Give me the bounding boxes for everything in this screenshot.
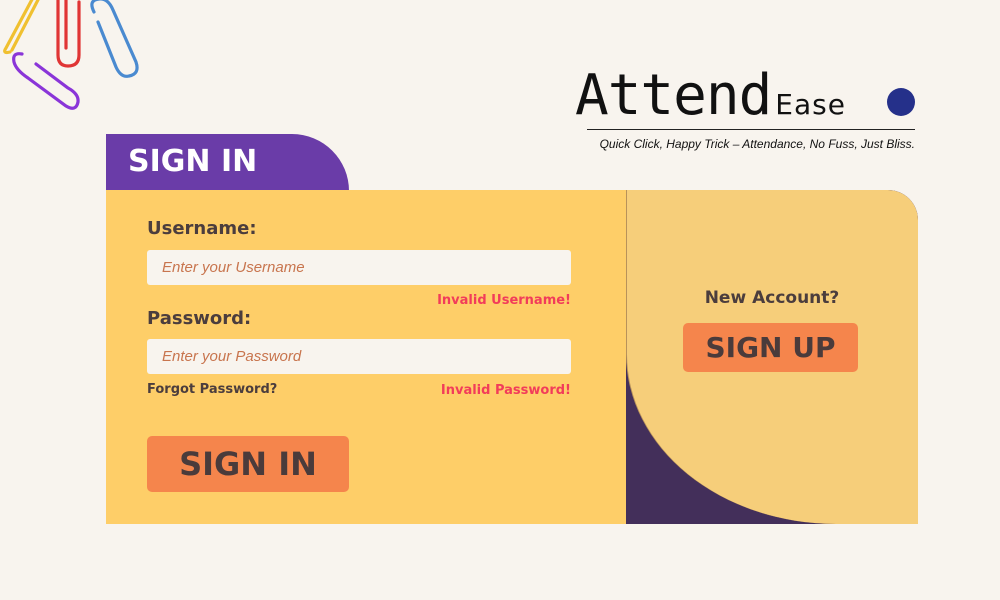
new-account-prompt: New Account? (704, 288, 840, 308)
brand-dot-icon (887, 88, 915, 116)
brand-name-sub: Ease (775, 88, 846, 121)
signin-tab-label: SIGN IN (128, 144, 258, 179)
blue-paperclip-icon (90, 0, 139, 78)
paperclips-decoration (3, 0, 139, 110)
password-input[interactable] (147, 339, 571, 374)
signin-tab: SIGN IN (106, 134, 349, 191)
signup-button[interactable]: SIGN UP (683, 323, 858, 372)
red-paperclip-icon (56, 0, 81, 68)
username-label: Username: (147, 218, 257, 239)
brand-divider (587, 129, 915, 130)
purple-paperclip-icon (12, 52, 80, 110)
signup-panel: New Account? SIGN UP (626, 190, 918, 524)
brand-tagline: Quick Click, Happy Trick – Attendance, N… (599, 137, 915, 151)
signin-button[interactable]: SIGN IN (147, 436, 349, 492)
signup-panel-surface: New Account? SIGN UP (626, 190, 918, 524)
username-error: Invalid Username! (437, 293, 571, 308)
brand-name-main: Attend (575, 63, 772, 128)
username-input[interactable] (147, 250, 571, 285)
forgot-password-link[interactable]: Forgot Password? (147, 382, 277, 397)
brand-header: Attend Ease Quick Click, Happy Trick – A… (575, 62, 920, 162)
yellow-paperclip-icon (3, 0, 40, 55)
password-label: Password: (147, 308, 252, 329)
brand-logo: Attend Ease (575, 62, 846, 130)
password-error: Invalid Password! (440, 383, 571, 398)
signin-form-panel: Username: Invalid Username! Password: Fo… (106, 190, 626, 524)
